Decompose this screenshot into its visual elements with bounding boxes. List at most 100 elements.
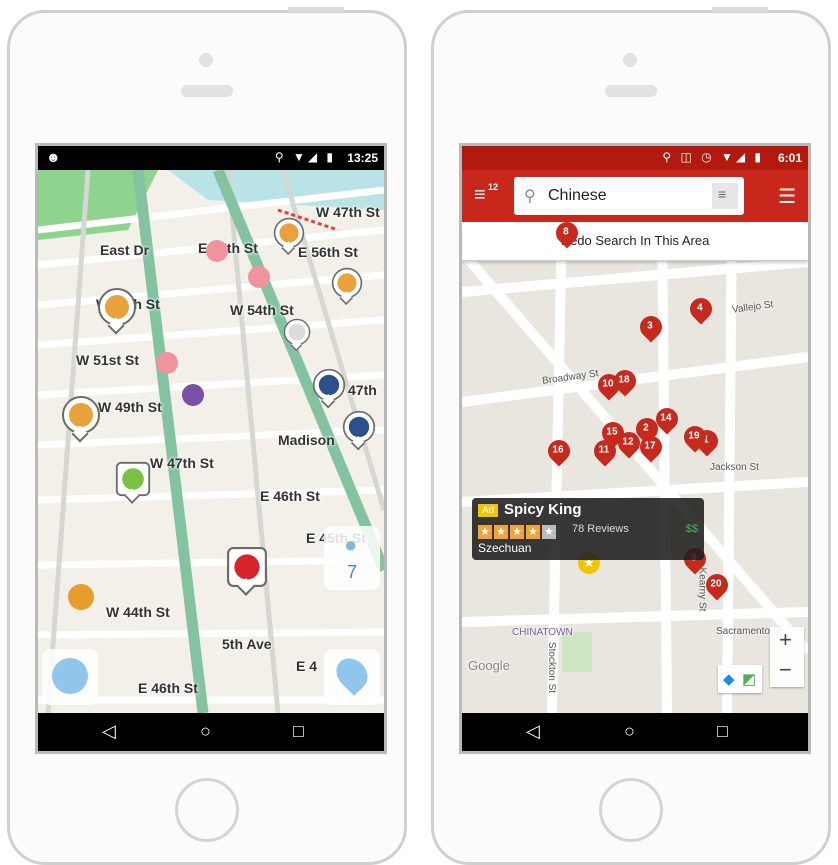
redo-search-label: Redo Search In This Area	[560, 233, 710, 248]
recents-icon[interactable]: □	[293, 721, 304, 742]
map-street-label: Jackson St	[710, 462, 759, 473]
back-icon[interactable]: ◁	[102, 721, 116, 742]
police-icon[interactable]	[342, 410, 376, 444]
street-label: W 54th St	[230, 302, 294, 318]
rating-star-icon: ★	[494, 525, 508, 539]
person-icon: ●	[344, 532, 358, 557]
status-time: 13:25	[347, 151, 378, 165]
directions-icon: ◆	[723, 671, 735, 688]
left-phone-frame: ☻ ⚲ ▼◢ ▮ 13:25 W 47th St East Dr E 57th …	[7, 7, 407, 865]
pin-number: 12	[622, 436, 634, 448]
police-icon[interactable]	[312, 368, 346, 402]
status-time: 6:01	[777, 151, 802, 165]
right-phone-frame: ⚲ ◫ ◷ ▼◢ ▮ 6:01 ≡ 12 ⚲ Chinese ≡ ☰ Redo …	[431, 7, 831, 865]
street-label: W 44th St	[106, 604, 170, 620]
front-camera	[623, 53, 637, 67]
zoom-out-button[interactable]: −	[779, 657, 792, 683]
rating-star-icon: ★	[526, 525, 540, 539]
search-input[interactable]: ⚲ Chinese ≡	[514, 177, 744, 215]
rating-star-icon: ★	[542, 525, 556, 539]
filter-button[interactable]: ≡	[712, 183, 738, 209]
pin-number: 14	[660, 412, 672, 424]
search-value: Chinese	[548, 187, 607, 204]
home-icon[interactable]: ○	[200, 721, 211, 742]
pin-number: 20	[710, 578, 722, 590]
pin-number: 18	[618, 374, 630, 386]
zoom-in-button[interactable]: +	[779, 627, 792, 653]
street-label: E 4	[296, 658, 318, 674]
traffic-jam-icon[interactable]	[273, 217, 305, 249]
search-icon: ⚲	[524, 188, 536, 205]
menu-badge: 12	[488, 182, 499, 192]
android-nav-bar: ◁ ○ □	[462, 713, 808, 751]
pin-number: 2	[643, 422, 649, 434]
traffic-jam-icon[interactable]	[331, 267, 363, 299]
pin-number: 19	[688, 430, 700, 442]
business-name: Spicy King	[504, 501, 582, 518]
google-logo: Google	[468, 658, 510, 673]
menu-icon[interactable]: ≡	[474, 184, 486, 207]
camera-icon[interactable]	[283, 318, 311, 346]
street-label: W 49th St	[98, 399, 162, 415]
wazer-avatar-icon[interactable]	[182, 384, 204, 406]
recents-icon[interactable]: □	[717, 721, 728, 742]
yelp-map[interactable]: Redo Search In This Area Broadway St Val…	[462, 222, 808, 713]
rating-star-icon: ★	[510, 525, 524, 539]
map-street-label: Stockton St	[546, 641, 558, 694]
pharmacy-icon[interactable]	[227, 547, 267, 587]
street-label: East Dr	[100, 242, 150, 258]
user-count-button[interactable]: ● 7	[324, 526, 380, 590]
user-count: 7	[347, 562, 358, 582]
wazer-avatar-icon[interactable]	[68, 584, 94, 610]
home-icon[interactable]: ○	[624, 721, 635, 742]
map-area-label: CHINATOWN	[512, 627, 573, 638]
list-view-icon[interactable]: ☰	[778, 184, 796, 209]
business-category: Szechuan	[478, 541, 532, 555]
wazer-avatar-icon[interactable]	[206, 240, 228, 262]
gas-station-icon[interactable]	[115, 461, 151, 497]
review-count: 78 Reviews	[572, 523, 629, 535]
pin-number: 17	[644, 440, 656, 452]
back-icon[interactable]: ◁	[526, 721, 540, 742]
waze-screen: ☻ ⚲ ▼◢ ▮ 13:25 W 47th St East Dr E 57th …	[35, 143, 387, 754]
yelp-header: ≡ 12 ⚲ Chinese ≡ ☰	[462, 170, 808, 222]
pin-number: 8	[563, 226, 569, 238]
traffic-jam-icon[interactable]	[98, 288, 136, 326]
traffic-jam-icon[interactable]	[62, 396, 100, 434]
pin-number: 11	[598, 444, 610, 456]
ad-badge: Ad	[478, 504, 499, 517]
waze-logo-icon	[52, 658, 88, 694]
waze-app-icon: ☻	[46, 149, 61, 165]
google-maps-icon: ◩	[742, 671, 757, 688]
zoom-control: + −	[770, 627, 804, 687]
report-pin-icon	[330, 652, 374, 696]
map-directions-button[interactable]: ◆ ◩	[718, 665, 762, 693]
street-label: W 47th St	[316, 204, 380, 220]
status-icons: ⚲ ▼◢ ▮	[274, 150, 336, 164]
wazer-avatar-icon[interactable]	[156, 352, 178, 374]
speaker	[605, 85, 657, 97]
home-button	[599, 778, 663, 842]
android-nav-bar: ◁ ○ □	[38, 713, 384, 751]
street-label: W 51st St	[76, 352, 140, 368]
street-label: E 46th St	[260, 488, 320, 504]
pin-number: 16	[552, 444, 564, 456]
waze-menu-button[interactable]	[42, 649, 98, 705]
wazer-avatar-icon[interactable]	[248, 266, 270, 288]
waze-map[interactable]: W 47th St East Dr E 57th St E 56th St W …	[38, 170, 384, 713]
rating-star-icon: ★	[478, 525, 492, 539]
street-label: E 56th St	[298, 244, 358, 260]
power-button	[288, 7, 344, 12]
pin-number: 3	[647, 320, 653, 332]
power-button	[712, 7, 768, 12]
redo-search-button[interactable]: Redo Search In This Area	[462, 222, 808, 261]
star-rating: ★ ★ ★ ★ ★	[478, 522, 558, 540]
home-button	[175, 778, 239, 842]
filter-icon: ≡	[718, 186, 727, 202]
report-button[interactable]	[324, 649, 380, 705]
status-icons: ⚲ ◫ ◷ ▼◢ ▮	[662, 150, 764, 164]
business-card[interactable]: Ad Spicy King ★ ★ ★ ★ ★ 78 Reviews $$ Szechu…	[472, 498, 704, 560]
front-camera	[199, 53, 213, 67]
street-label: 47th	[348, 382, 377, 398]
status-bar: ☻ ⚲ ▼◢ ▮ 13:25	[38, 146, 384, 170]
